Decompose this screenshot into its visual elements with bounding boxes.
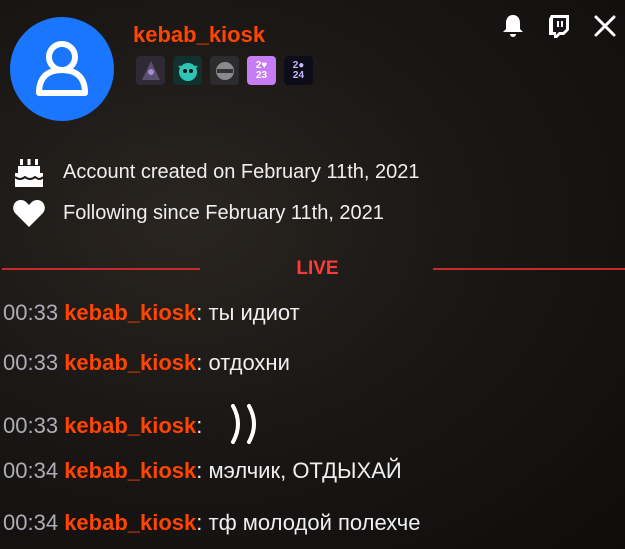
live-divider-right xyxy=(433,268,625,270)
chat-message: 00:33 kebab_kiosk: отдохни xyxy=(3,350,290,376)
message-text: ты идиот xyxy=(202,300,300,325)
bell-icon[interactable] xyxy=(497,10,529,42)
message-timestamp: 00:34 xyxy=(3,510,59,535)
2023-badge-text: 2♥ 23 xyxy=(255,59,268,81)
cake-icon xyxy=(11,155,47,189)
default-user-icon xyxy=(36,41,88,96)
message-timestamp: 00:34 xyxy=(3,458,59,483)
2023-badge[interactable]: 2♥ 23 xyxy=(247,56,276,85)
live-label: LIVE xyxy=(296,258,339,279)
chat-message: 00:33 kebab_kiosk: xyxy=(3,402,265,452)
username[interactable]: kebab_kiosk xyxy=(133,22,265,48)
account-created-row: Account created on February 11th, 2021 xyxy=(11,155,420,189)
double-parenthesis-emote[interactable] xyxy=(227,402,265,452)
message-username[interactable]: kebab_kiosk xyxy=(64,458,196,483)
live-divider-left xyxy=(2,268,200,270)
account-created-text: Account created on February 11th, 2021 xyxy=(63,160,420,183)
following-text: Following since February 11th, 2021 xyxy=(63,201,384,224)
avatar[interactable] xyxy=(10,17,114,121)
message-timestamp: 00:33 xyxy=(3,350,59,375)
chat-message: 00:34 kebab_kiosk: тф молодой полехче xyxy=(3,510,420,536)
2024-badge-text: 2● 24 xyxy=(292,59,305,81)
message-text: отдохни xyxy=(202,350,290,375)
ninja-badge[interactable] xyxy=(210,56,239,85)
dark-knight-badge[interactable] xyxy=(136,56,165,85)
2024-badge[interactable]: 2● 24 xyxy=(284,56,313,85)
header-actions xyxy=(497,10,621,42)
close-icon[interactable] xyxy=(589,10,621,42)
message-username[interactable]: kebab_kiosk xyxy=(64,350,196,375)
chat-message: 00:33 kebab_kiosk: ты идиот xyxy=(3,300,300,326)
message-timestamp: 00:33 xyxy=(3,300,59,325)
badge-list: 2♥ 23 2● 24 xyxy=(136,56,313,85)
message-timestamp: 00:33 xyxy=(3,412,59,438)
message-separator: : xyxy=(196,412,203,438)
green-creature-badge[interactable] xyxy=(173,56,202,85)
heart-icon xyxy=(11,196,47,230)
twitch-icon[interactable] xyxy=(543,10,575,42)
following-row: Following since February 11th, 2021 xyxy=(11,196,384,230)
message-username[interactable]: kebab_kiosk xyxy=(64,510,196,535)
message-username[interactable]: kebab_kiosk xyxy=(64,413,196,438)
chat-message: 00:34 kebab_kiosk: мэлчик, ОТДЫХАЙ xyxy=(3,458,402,484)
message-text: мэлчик, ОТДЫХАЙ xyxy=(202,458,402,483)
message-username[interactable]: kebab_kiosk xyxy=(64,300,196,325)
message-text: тф молодой полехче xyxy=(202,510,421,535)
